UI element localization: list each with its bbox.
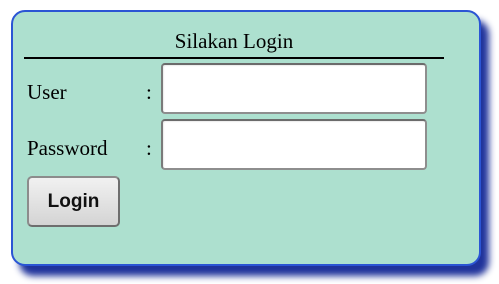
login-title: Silakan Login <box>24 26 444 59</box>
user-input[interactable] <box>161 63 427 114</box>
password-label: Password <box>27 136 108 160</box>
password-input[interactable] <box>161 119 427 170</box>
login-button[interactable]: Login <box>27 176 120 227</box>
login-panel: Silakan Login User : Password : Login <box>11 10 481 266</box>
password-separator: : <box>146 136 152 160</box>
user-separator: : <box>146 80 152 104</box>
user-label: User <box>27 80 67 104</box>
